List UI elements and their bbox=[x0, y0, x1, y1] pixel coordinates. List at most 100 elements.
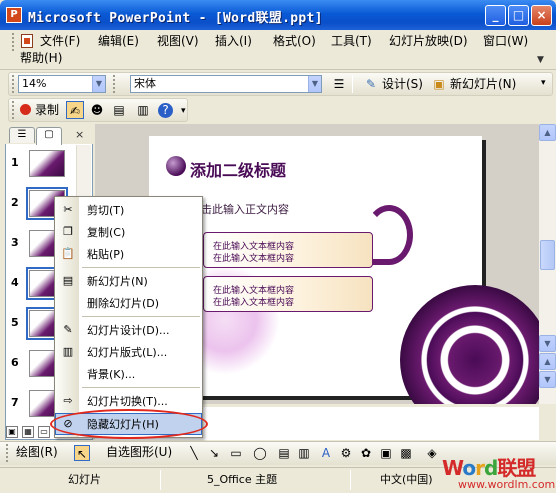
wordart-icon[interactable]: A bbox=[318, 445, 334, 461]
autoshapes-button[interactable]: 自选图形(U) bbox=[106, 443, 172, 461]
scroll-down-icon[interactable]: ▼ bbox=[539, 335, 556, 352]
minimize-button[interactable]: _ bbox=[485, 5, 506, 26]
menubar-grip[interactable] bbox=[12, 33, 15, 51]
toolbar-grip[interactable] bbox=[6, 444, 9, 462]
close-icon[interactable]: × bbox=[75, 128, 84, 141]
font-value: 宋体 bbox=[134, 77, 156, 90]
scroll-up-icon[interactable]: ▲ bbox=[539, 124, 556, 141]
menu-item-slide-layout[interactable]: ▥ 幻灯片版式(L)... bbox=[55, 341, 202, 363]
textbox-icon[interactable]: ▤ bbox=[276, 445, 292, 461]
close-button[interactable]: × bbox=[531, 5, 552, 26]
watermark-logo: Word联盟 bbox=[442, 456, 536, 480]
copy-icon: ❐ bbox=[63, 225, 73, 238]
toolbar-grip[interactable] bbox=[12, 101, 15, 119]
screen-icon[interactable]: ▤ bbox=[110, 101, 128, 119]
menu-item-label: 幻灯片切换(T)... bbox=[87, 395, 168, 408]
text-box-2-line-2: 在此输入文本框内容 bbox=[213, 298, 295, 308]
new-slide-button[interactable]: 新幻灯片(N) bbox=[450, 75, 516, 93]
tab-slides[interactable]: ▢ bbox=[36, 127, 62, 145]
oval-icon[interactable]: ◯ bbox=[252, 445, 268, 461]
menu-item-label: 粘贴(P) bbox=[87, 248, 125, 261]
slide-thumbnail[interactable] bbox=[29, 150, 65, 177]
menu-item-delete-slide[interactable]: 删除幻灯片(D) bbox=[55, 292, 202, 314]
slide-number: 6 bbox=[11, 356, 19, 369]
zoom-value: 14% bbox=[22, 77, 47, 90]
previous-slide-icon[interactable]: ▲ bbox=[539, 353, 556, 370]
document-icon[interactable] bbox=[21, 34, 33, 48]
menu-help[interactable]: 帮助(H) bbox=[20, 50, 62, 67]
new-slide-icon: ▤ bbox=[62, 274, 74, 287]
line-icon[interactable]: ╲ bbox=[186, 445, 202, 461]
clipart-icon[interactable]: ✿ bbox=[358, 445, 374, 461]
title-bullet-icon bbox=[166, 156, 186, 176]
scrollbar-thumb[interactable] bbox=[540, 240, 555, 270]
maximize-button[interactable]: □ bbox=[508, 5, 529, 26]
slide-number: 3 bbox=[11, 236, 19, 249]
menu-slideshow[interactable]: 幻灯片放映(D) bbox=[389, 33, 468, 50]
slide-number: 1 bbox=[11, 156, 19, 169]
slideshow-icon[interactable]: ▭ bbox=[38, 426, 50, 438]
slide-icon[interactable]: ▥ bbox=[134, 101, 152, 119]
vertical-textbox-icon[interactable]: ▥ bbox=[296, 445, 312, 461]
highlight-annotation-ellipse bbox=[50, 409, 208, 439]
status-language: 中文(中国) bbox=[380, 473, 433, 486]
status-divider bbox=[350, 470, 351, 490]
menu-item-label: 背景(K)... bbox=[87, 368, 136, 381]
menu-format[interactable]: 格式(O) bbox=[273, 33, 316, 50]
toolbar-options-icon[interactable]: ▾ bbox=[181, 106, 186, 116]
menu-window[interactable]: 窗口(W) bbox=[483, 33, 528, 50]
select-pointer-icon[interactable]: ↖ bbox=[74, 445, 90, 461]
narration-icon[interactable]: ☻ bbox=[88, 101, 106, 119]
status-design: 5_Office 主题 bbox=[207, 473, 278, 486]
rectangle-icon[interactable]: ▭ bbox=[228, 445, 244, 461]
slide-sorter-icon[interactable]: ▦ bbox=[22, 426, 34, 438]
toolbar-options-icon[interactable]: ▾ bbox=[541, 78, 546, 88]
arrow-icon[interactable]: ↘ bbox=[206, 445, 222, 461]
zoom-dropdown-icon[interactable]: ▼ bbox=[92, 76, 105, 92]
menu-item-cut[interactable]: ✂ 剪切(T) bbox=[55, 199, 202, 221]
text-box-1-line-2: 在此输入文本框内容 bbox=[213, 254, 295, 264]
status-view: 幻灯片 bbox=[68, 473, 101, 486]
chevron-down-icon[interactable]: ▼ bbox=[537, 55, 544, 65]
design-icon[interactable]: ✎ bbox=[362, 75, 380, 93]
menu-item-label: 复制(C) bbox=[87, 226, 126, 239]
new-slide-icon[interactable]: ▣ bbox=[430, 75, 448, 93]
menu-insert[interactable]: 插入(I) bbox=[215, 33, 252, 50]
toolbar-grip[interactable] bbox=[12, 75, 15, 93]
menu-separator bbox=[82, 387, 200, 388]
menu-file[interactable]: 文件(F) bbox=[40, 33, 80, 50]
tab-outline[interactable]: ☰ bbox=[9, 127, 35, 143]
menu-item-slide-design[interactable]: ✎ 幻灯片设计(D)... bbox=[55, 319, 202, 341]
slide-title[interactable]: 添加二级标题 bbox=[190, 157, 286, 181]
fill-color-icon[interactable]: ◈ bbox=[424, 445, 440, 461]
normal-view-icon[interactable]: ▣ bbox=[6, 426, 18, 438]
draw-menu-button[interactable]: 绘图(R) bbox=[16, 443, 58, 461]
toolbar-grip[interactable] bbox=[113, 75, 116, 93]
bullets-icon[interactable]: ☰ bbox=[330, 75, 348, 93]
layout-icon: ▥ bbox=[62, 345, 74, 358]
slide-number: 2 bbox=[11, 196, 19, 209]
pen-icon[interactable]: ✍ bbox=[66, 101, 84, 119]
menu-item-copy[interactable]: ❐ 复制(C) bbox=[55, 221, 202, 243]
menu-item-label: 删除幻灯片(D) bbox=[87, 297, 160, 310]
menu-edit[interactable]: 编辑(E) bbox=[98, 33, 139, 50]
menu-item-background[interactable]: 背景(K)... bbox=[55, 363, 202, 385]
scissors-icon: ✂ bbox=[63, 203, 73, 216]
menu-item-new-slide[interactable]: ▤ 新幻灯片(N) bbox=[55, 270, 202, 292]
font-dropdown-icon[interactable]: ▼ bbox=[308, 76, 321, 92]
menu-tools[interactable]: 工具(T) bbox=[331, 33, 372, 50]
picture-icon[interactable]: ▣ bbox=[378, 445, 394, 461]
menu-item-paste[interactable]: 📋 粘贴(P) bbox=[55, 243, 202, 265]
menu-item-label: 幻灯片设计(D)... bbox=[87, 324, 170, 337]
menu-item-label: 剪切(T) bbox=[87, 204, 125, 217]
design-button[interactable]: 设计(S) bbox=[382, 75, 423, 93]
next-slide-icon[interactable]: ▼ bbox=[539, 371, 556, 388]
menu-view[interactable]: 视图(V) bbox=[157, 33, 199, 50]
font-combo[interactable]: 宋体 bbox=[130, 75, 322, 93]
insert-image-icon[interactable]: ▩ bbox=[398, 445, 414, 461]
record-button[interactable]: 录制 bbox=[35, 101, 59, 119]
diagram-icon[interactable]: ⚙ bbox=[338, 445, 354, 461]
help-icon[interactable]: ? bbox=[158, 103, 173, 118]
slide-body-placeholder[interactable]: 单击此输入正文内容 bbox=[190, 201, 289, 217]
powerpoint-icon[interactable]: P bbox=[6, 7, 22, 23]
